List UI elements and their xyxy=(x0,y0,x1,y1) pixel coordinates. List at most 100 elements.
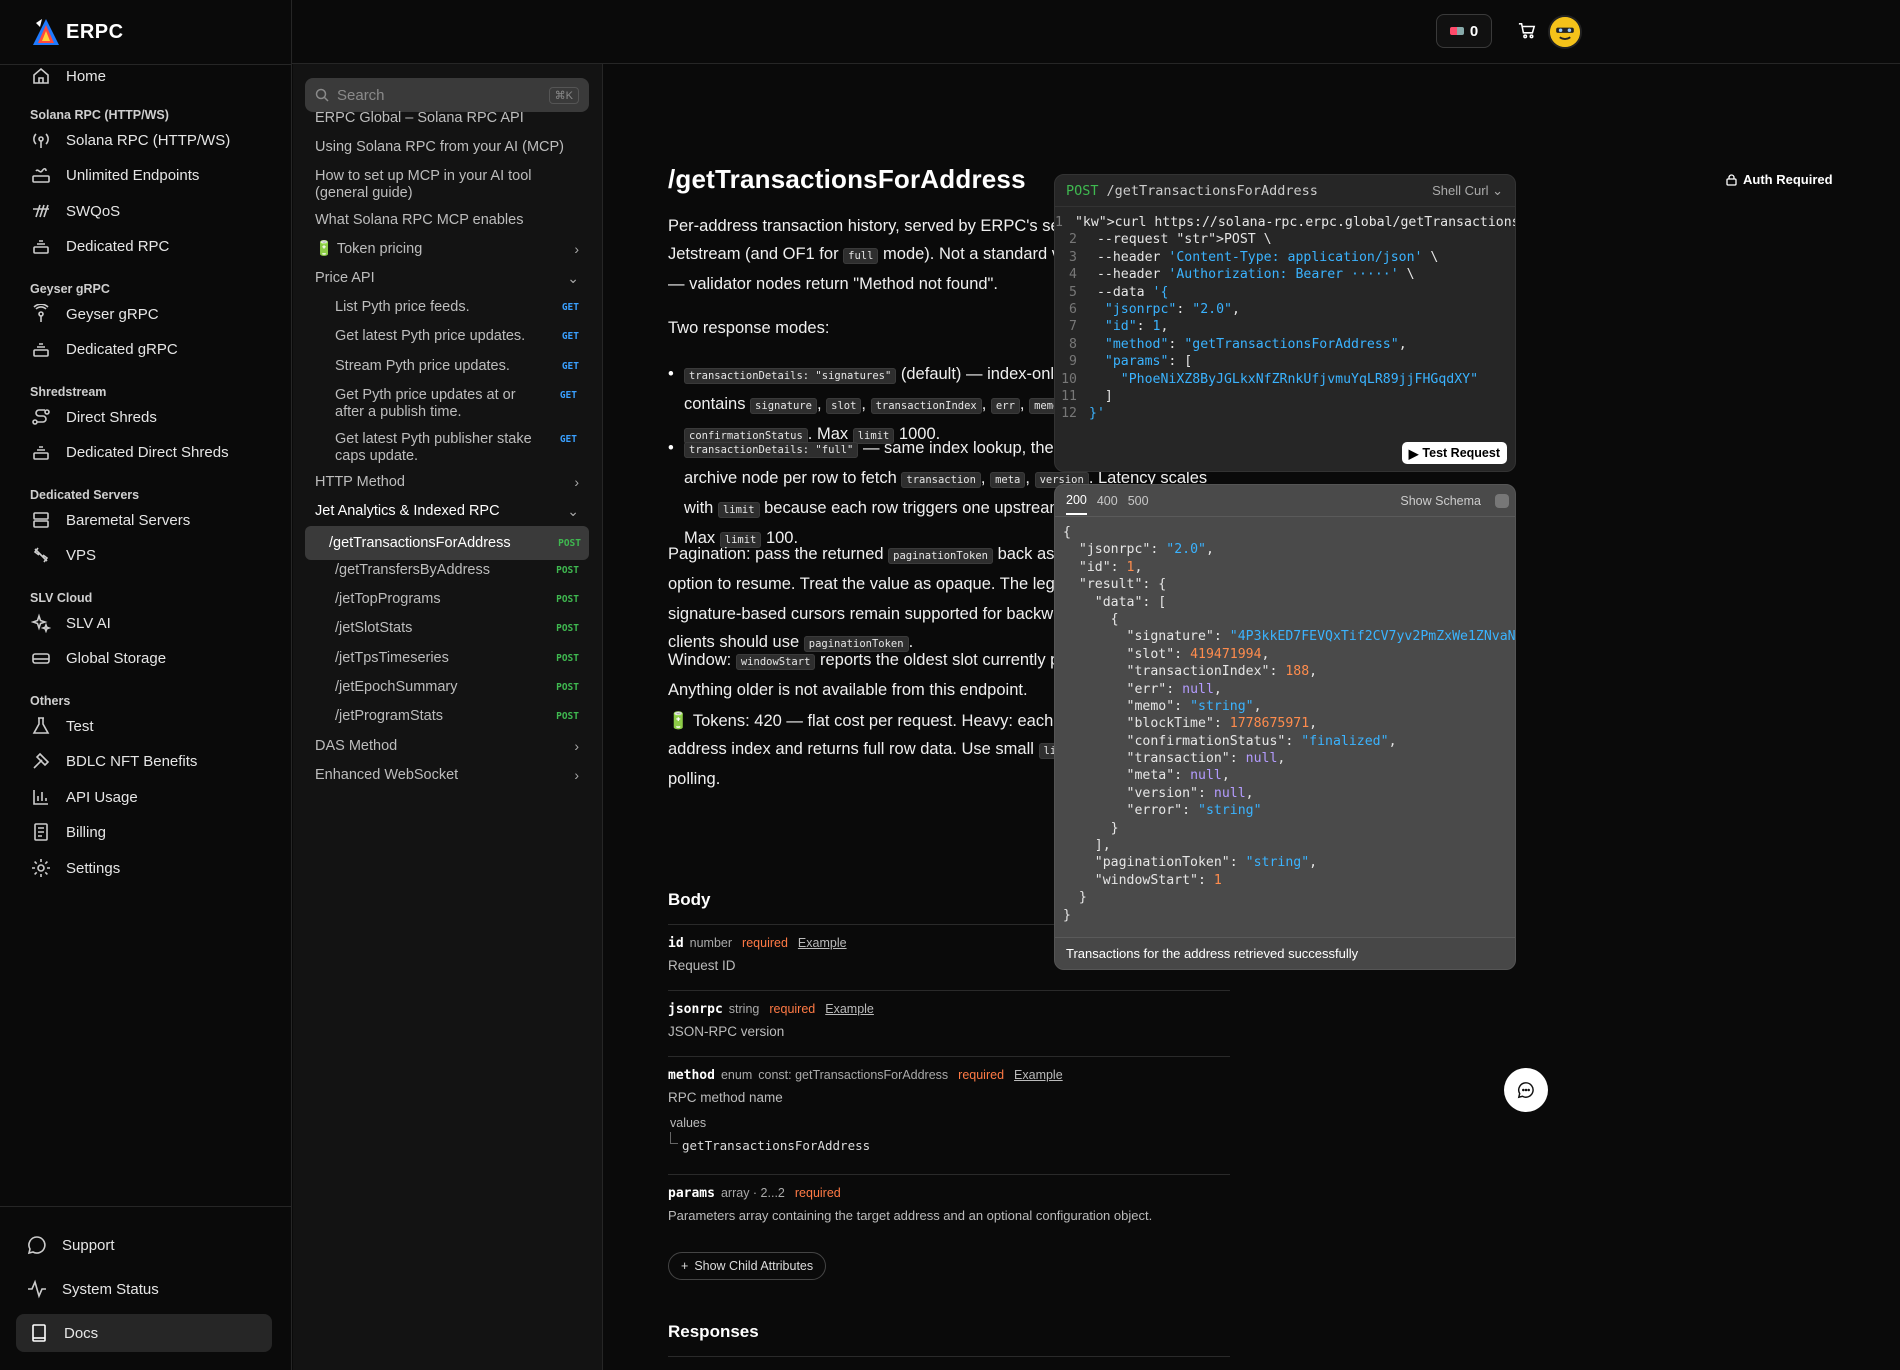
section-title: Shredstream xyxy=(30,385,107,399)
nav-slv-ai[interactable]: SLV AI xyxy=(18,604,274,642)
docnav-subitem[interactable]: Stream Pyth price updates. GET xyxy=(335,358,587,375)
nav-home[interactable]: Home xyxy=(18,57,274,95)
cart-button[interactable] xyxy=(1510,14,1544,48)
code-line: 12}' xyxy=(1055,406,1515,423)
nav-test[interactable]: Test xyxy=(18,707,274,745)
nav-label: API Usage xyxy=(66,788,138,806)
section-title: Others xyxy=(30,694,71,708)
tab-200[interactable]: 200 xyxy=(1066,486,1087,515)
docnav-label: List Pyth price feeds. xyxy=(335,299,470,315)
nav-vps[interactable]: VPS xyxy=(18,536,274,574)
docnav-item[interactable]: Using Solana RPC from your AI (MCP) xyxy=(315,139,587,156)
docnav-subitem[interactable]: /jetProgramStats POST xyxy=(335,708,587,725)
json-line: "windowStart": 1 xyxy=(1094,872,1222,888)
nav-docs[interactable]: Docs xyxy=(16,1314,272,1352)
nav-dedicated-direct-shreds[interactable]: Dedicated Direct Shreds xyxy=(18,433,274,471)
nav-baremetal-servers[interactable]: Baremetal Servers xyxy=(18,501,274,539)
docnav-group-price-api[interactable]: Price API ⌄ xyxy=(315,270,587,287)
docnav-subitem-active[interactable]: /getTransactionsForAddress POST xyxy=(305,526,589,560)
docnav-group-jet[interactable]: Jet Analytics & Indexed RPC ⌄ xyxy=(315,503,587,520)
required-badge: required xyxy=(769,1002,816,1016)
example-link[interactable]: Example xyxy=(825,1002,874,1016)
nav-unlimited-endpoints[interactable]: Unlimited Endpoints xyxy=(18,156,274,194)
docnav-item[interactable]: What Solana RPC MCP enables xyxy=(315,212,587,229)
field-name: jsonrpc xyxy=(668,1002,723,1017)
example-link[interactable]: Example xyxy=(798,936,847,950)
response-example-panel: 200 400 500 Show Schema { "jsonrpc": "2.… xyxy=(1054,484,1516,970)
docnav-subitem[interactable]: Get latest Pyth publisher stake caps upd… xyxy=(335,431,577,465)
logo[interactable]: ERPC xyxy=(32,14,124,50)
json-line: "result": { xyxy=(1078,577,1167,593)
docnav-subitem[interactable]: Get latest Pyth price updates. GET xyxy=(335,328,587,345)
show-child-attributes-button[interactable]: + Show Child Attributes xyxy=(668,1252,827,1280)
tab-400[interactable]: 400 xyxy=(1097,494,1118,508)
search-input[interactable]: Search ⌘K xyxy=(305,78,589,112)
test-request-button[interactable]: ▶ Test Request xyxy=(1401,442,1507,464)
docnav-subitem[interactable]: /jetTopPrograms POST xyxy=(335,591,587,608)
nav-dedicated-grpc[interactable]: Dedicated gRPC xyxy=(18,330,274,368)
response-tabs: 200 400 500 Show Schema xyxy=(1055,485,1515,517)
flask-icon xyxy=(30,715,52,737)
chat-bubble-icon xyxy=(26,1234,48,1256)
nav-label: SLV AI xyxy=(66,614,111,632)
page-title: /getTransactionsForAddress xyxy=(668,164,1026,194)
docnav-subitem[interactable]: /jetEpochSummary POST xyxy=(335,679,587,696)
docnav-item-http-method[interactable]: HTTP Method › xyxy=(315,474,587,491)
language-select[interactable]: Shell Curl ⌄ xyxy=(1432,183,1503,199)
receipt-icon xyxy=(30,821,52,843)
docnav-item[interactable]: How to set up MCP in your AI tool (gener… xyxy=(315,168,555,202)
nav-label: Home xyxy=(66,67,107,85)
nav-global-storage[interactable]: Global Storage xyxy=(18,639,274,677)
docnav-subitem[interactable]: /jetSlotStats POST xyxy=(335,620,587,637)
hard-drive-icon xyxy=(30,647,52,669)
chevron-right-icon: › xyxy=(574,474,579,490)
nav-label: BDLC NFT Benefits xyxy=(66,752,198,770)
nav-label: Direct Shreds xyxy=(66,408,157,426)
inline-code: transactionDetails: "signatures" xyxy=(684,368,897,384)
code-line: 8 "method": "getTransactionsForAddress", xyxy=(1055,337,1515,354)
docnav-subitem[interactable]: Get Pyth price updates at or after a pub… xyxy=(335,387,577,421)
field-type: enum xyxy=(720,1068,753,1082)
chat-launcher-button[interactable] xyxy=(1504,1068,1548,1112)
field-const: const: getTransactionsForAddress xyxy=(758,1068,949,1082)
nav-direct-shreds[interactable]: Direct Shreds xyxy=(18,398,274,436)
credits-badge[interactable]: 0 xyxy=(1436,14,1492,48)
nav-settings[interactable]: Settings xyxy=(18,849,274,887)
text: Pagination: pass the returned xyxy=(668,545,889,563)
docnav-item[interactable]: ERPC Global – Solana RPC API xyxy=(315,110,587,127)
docnav-subitem[interactable]: /getTransfersByAddress POST xyxy=(335,562,587,579)
chevron-right-icon: › xyxy=(574,241,579,257)
nav-label: Billing xyxy=(66,823,107,841)
avatar[interactable] xyxy=(1548,15,1582,49)
docnav-subitem[interactable]: List Pyth price feeds. GET xyxy=(335,299,587,316)
nav-solana-rpc[interactable]: Solana RPC (HTTP/WS) xyxy=(18,121,274,159)
docnav-item-token-pricing[interactable]: 🔋 Token pricing › xyxy=(315,241,587,258)
example-link[interactable]: Example xyxy=(1014,1068,1063,1082)
json-line: "meta": null, xyxy=(1126,768,1230,784)
nav-geyser-grpc[interactable]: Geyser gRPC xyxy=(18,295,274,333)
route-icon xyxy=(30,406,52,428)
nav-api-usage[interactable]: API Usage xyxy=(18,778,274,816)
section-title: Solana RPC (HTTP/WS) xyxy=(30,108,169,122)
nav-bdlc-nft-benefits[interactable]: BDLC NFT Benefits xyxy=(18,742,274,780)
docnav-item-das[interactable]: DAS Method › xyxy=(315,738,587,755)
nav-system-status[interactable]: System Status xyxy=(14,1270,270,1308)
show-schema-toggle[interactable] xyxy=(1495,494,1509,508)
nav-support[interactable]: Support xyxy=(14,1226,270,1264)
inline-code: err xyxy=(990,398,1020,414)
nav-label: Settings xyxy=(66,859,121,877)
nav-billing[interactable]: Billing xyxy=(18,813,274,851)
field-type: array · 2...2 xyxy=(720,1186,785,1200)
tab-500[interactable]: 500 xyxy=(1128,494,1149,508)
nav-swqos[interactable]: SWQoS xyxy=(18,192,274,230)
method-tag: GET xyxy=(559,390,577,401)
inline-code: transactionIndex xyxy=(870,398,982,414)
field-jsonrpc: jsonrpc string required Example xyxy=(668,1002,1230,1017)
docnav-subitem[interactable]: /jetTpsTimeseries POST xyxy=(335,650,587,667)
nav-dedicated-rpc[interactable]: Dedicated RPC xyxy=(18,227,274,265)
docnav-label: What Solana RPC MCP enables xyxy=(315,212,524,228)
docnav-item-websocket[interactable]: Enhanced WebSocket › xyxy=(315,767,587,784)
battery-icon xyxy=(1449,27,1464,35)
json-line: { xyxy=(1063,611,1119,627)
required-badge: required xyxy=(958,1068,1005,1082)
